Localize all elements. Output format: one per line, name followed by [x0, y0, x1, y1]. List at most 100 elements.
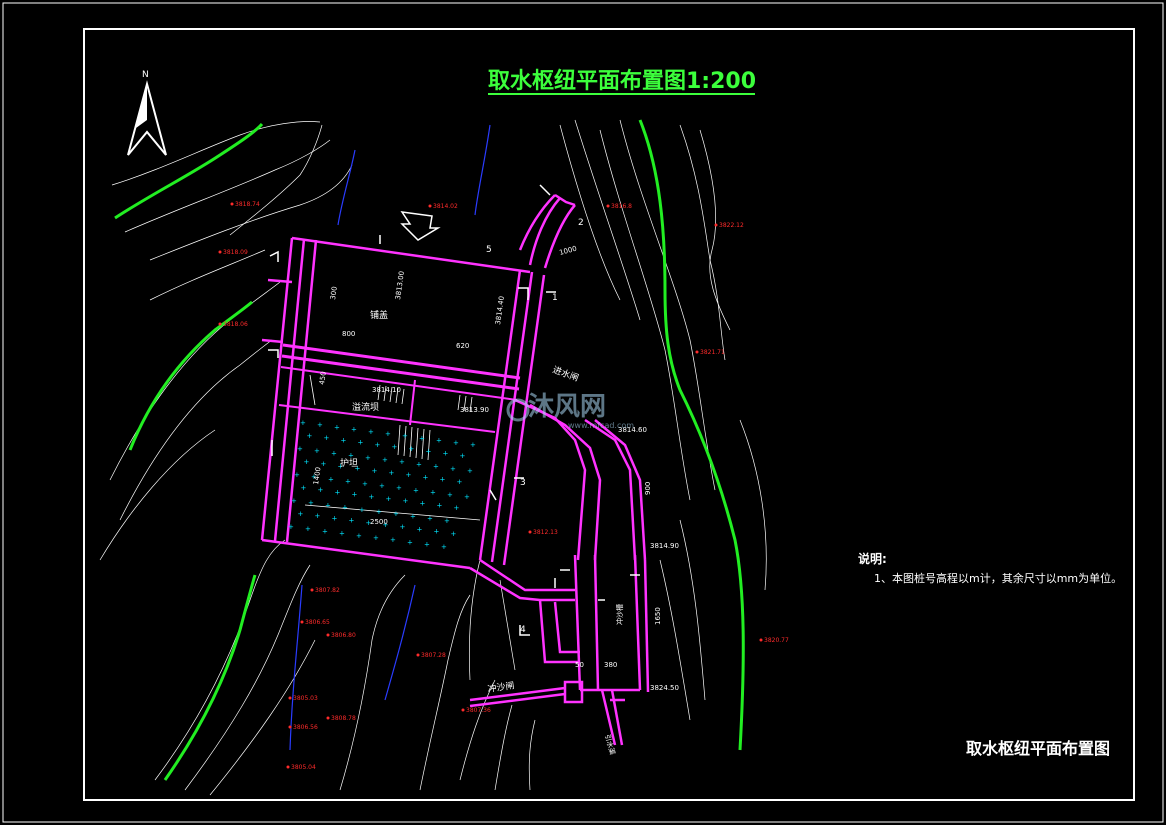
label-apron: 护坦 [340, 457, 358, 469]
elevation-point-marker [230, 202, 234, 206]
elev-3824-50: 3824.50 [650, 684, 679, 692]
riprap-mark: + [441, 543, 447, 551]
elevation-point-label: 3818.06 [223, 321, 248, 328]
riprap-mark: + [450, 465, 456, 473]
riprap-mark: + [382, 456, 388, 464]
riprap-mark: + [410, 512, 416, 520]
riprap-mark: + [423, 473, 429, 481]
riprap-mark: + [416, 460, 422, 468]
riprap-mark: + [396, 484, 402, 492]
dim-2500: 2500 [370, 518, 388, 526]
elevation-point-marker [714, 223, 718, 227]
riprap-mark: + [443, 450, 449, 458]
riprap-mark: + [351, 426, 357, 434]
riprap-mark: + [294, 471, 300, 479]
elev-3814-90: 3814.90 [650, 542, 679, 550]
riprap-mark: + [399, 458, 405, 466]
elevation-point-label: 3818.74 [235, 201, 260, 208]
elevation-point-label: 3806.80 [331, 632, 356, 639]
label-reservoir: 铺盖 [370, 309, 388, 321]
elevation-point-label: 3805.04 [291, 764, 316, 771]
riprap-mark: + [457, 478, 463, 486]
elevation-point-marker [528, 530, 532, 534]
riprap-mark: + [328, 475, 334, 483]
riprap-mark: + [318, 486, 324, 494]
riprap-mark: + [342, 504, 348, 512]
riprap-mark: + [430, 489, 436, 497]
riprap-mark: + [331, 449, 337, 457]
riprap-mark: + [375, 441, 381, 449]
riprap-mark: + [345, 478, 351, 486]
inner-frame [83, 28, 1135, 801]
elevation-point-label: 3808.78 [331, 715, 356, 722]
riprap-mark: + [451, 530, 457, 538]
section-mark-5: 5 [486, 245, 492, 255]
riprap-mark: + [400, 523, 406, 531]
elevation-point-label: 3816.8 [611, 203, 632, 210]
riprap-mark: + [305, 525, 311, 533]
label-flushing-sluice: 冲沙闸 [487, 679, 515, 695]
riprap-mark: + [433, 463, 439, 471]
riprap-mark: + [386, 495, 392, 503]
label-approach-gate: 进水闸 [551, 364, 580, 385]
notes-heading: 说明: [858, 551, 887, 566]
title-block-text: 取水枢纽平面布置图 [966, 739, 1110, 758]
riprap-mark: + [427, 515, 433, 523]
dim-900: 900 [644, 482, 652, 495]
dim-620: 620 [456, 342, 469, 350]
elev-3814-40: 3814.40 [494, 295, 506, 325]
riprap-mark: + [291, 497, 297, 505]
elevation-point-label: 3806.65 [305, 619, 330, 626]
elevation-point-marker [326, 633, 330, 637]
elevation-point-label: 3821.71 [700, 349, 725, 356]
elevation-point-marker [606, 204, 610, 208]
riprap-mark: + [335, 488, 341, 496]
elev-3814-10: 3814.10 [372, 386, 401, 394]
riprap-mark: + [403, 497, 409, 505]
riprap-mark: + [467, 467, 473, 475]
elev-3813-90: 3813.90 [460, 406, 489, 414]
riprap-mark: + [424, 541, 430, 549]
riprap-mark: + [298, 510, 304, 518]
riprap-mark: + [436, 437, 442, 445]
riprap-mark: + [392, 443, 398, 451]
riprap-mark: + [447, 491, 453, 499]
elevation-point-marker [416, 653, 420, 657]
watermark-url: www.mfcad.com [568, 421, 634, 430]
elevation-point-label: 3820.77 [764, 637, 789, 644]
riprap-mark: + [464, 493, 470, 501]
riprap-mark: + [341, 436, 347, 444]
label-weir: 溢流坝 [352, 401, 379, 413]
elevation-point-marker [288, 725, 292, 729]
notes-line-1: 1、本图桩号高程以m计，其余尺寸以mm为单位。 [874, 571, 1122, 585]
riprap-mark: + [352, 491, 358, 499]
riprap-mark: + [420, 499, 426, 507]
riprap-mark: + [453, 439, 459, 447]
riprap-mark: + [402, 432, 408, 440]
riprap-mark: + [369, 493, 375, 501]
dim-1400: 1400 [312, 467, 322, 486]
riprap-mark: + [356, 532, 362, 540]
north-arrow-icon: N [127, 70, 167, 156]
riprap-mark: + [419, 434, 425, 442]
elevation-point-marker [286, 765, 290, 769]
riprap-mark: + [315, 512, 321, 520]
riprap-mark: + [325, 501, 331, 509]
section-mark-3: 3 [520, 478, 526, 488]
elevation-point-label: 3807.82 [315, 587, 340, 594]
drawing-title: 取水枢纽平面布置图1:200 [488, 68, 756, 94]
riprap-mark: + [426, 447, 432, 455]
riprap-mark: + [373, 534, 379, 542]
elevation-point-marker [695, 350, 699, 354]
riprap-mark: + [307, 432, 313, 440]
elevation-point-marker [310, 588, 314, 592]
dim-50: 50 [575, 661, 584, 669]
riprap-mark: + [358, 439, 364, 447]
riprap-mark: + [454, 504, 460, 512]
riprap-mark: + [413, 486, 419, 494]
dim-1000: 1000 [558, 245, 577, 257]
riprap-mark: + [324, 434, 330, 442]
elevation-point-label: 3807.36 [466, 707, 491, 714]
elevation-point-marker [300, 620, 304, 624]
riprap-mark: + [314, 447, 320, 455]
